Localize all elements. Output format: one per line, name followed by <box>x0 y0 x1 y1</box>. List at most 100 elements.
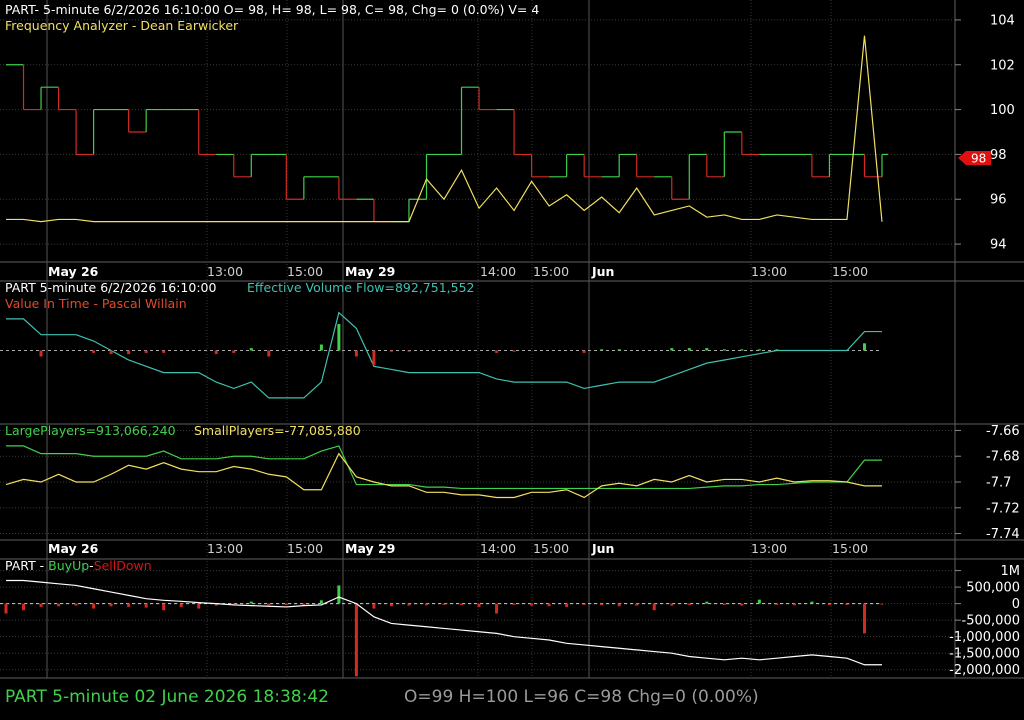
bsd-bar <box>407 603 411 606</box>
panel1-subtitle: Frequency Analyzer - Dean Earwicker <box>5 18 239 33</box>
bsd-bar <box>687 603 691 605</box>
evf-bar <box>687 348 691 351</box>
chart-root: May 26 13:00 15:00 May 29 14:00 15:00 Jun 13:00… <box>0 0 1024 720</box>
panel3-large-players: LargePlayers=913,066,240 <box>5 423 176 438</box>
evf-bar <box>267 350 271 357</box>
bsd-bar <box>22 603 26 611</box>
bsd-bar <box>144 603 148 608</box>
status-left: PART 5-minute 02 June 2026 18:38:42 <box>5 687 329 707</box>
panel3-small-players: SmallPlayers=-77,085,880 <box>194 423 361 438</box>
time-axis-label: 15:00 <box>533 264 569 279</box>
bsd-bar <box>372 603 376 609</box>
evf-bar <box>144 350 148 353</box>
evf-bar <box>775 349 779 351</box>
panel4-buyup: BuyUp <box>48 558 89 573</box>
time-axis-label: May 26 <box>48 264 99 279</box>
chart-background <box>0 0 1024 720</box>
bsd-bar <box>565 603 569 607</box>
time-axis-label: 13:00 <box>751 541 787 556</box>
bsd-bar <box>512 603 516 605</box>
evf-bar <box>600 349 604 351</box>
players-tick-label: -7.74 <box>986 527 1020 542</box>
bsd-bar <box>109 603 113 607</box>
bsd-bar <box>249 601 253 604</box>
price-tick-label: 100 <box>990 103 1015 118</box>
bsd-tick-label: -500,000 <box>962 614 1020 629</box>
time-axis-label: 14:00 <box>480 541 516 556</box>
panel2-title: PART 5-minute 6/2/2026 16:10:00 <box>5 280 216 295</box>
evf-bar <box>337 324 341 351</box>
bsd-bar <box>424 603 428 606</box>
evf-bar <box>319 344 323 351</box>
time-axis-label: 15:00 <box>533 541 569 556</box>
players-tick-label: -7.68 <box>986 450 1020 465</box>
evf-bar <box>407 350 411 352</box>
bsd-tick-label: -2,000,000 <box>949 663 1020 678</box>
price-tick-label: 102 <box>990 58 1015 73</box>
panel4-prefix: PART - <box>5 558 48 573</box>
price-tick-label: 96 <box>990 193 1007 208</box>
bsd-bar <box>740 603 744 606</box>
evf-bar <box>92 350 96 353</box>
bsd-bar <box>162 603 166 611</box>
evf-bar <box>862 343 866 351</box>
bsd-bar <box>617 603 621 607</box>
players-tick-label: -7.72 <box>986 501 1020 516</box>
time-axis-label: May 26 <box>48 541 99 556</box>
bsd-bar <box>477 603 481 607</box>
panel4-title: PART - BuyUp-SellDown <box>5 558 152 573</box>
bsd-bar <box>827 603 831 605</box>
bsd-bar <box>267 603 271 606</box>
panel2-indicator: Effective Volume Flow=892,751,552 <box>247 280 475 295</box>
panel1-title: PART- 5-minute 6/2/2026 16:10:00 O= 98, … <box>5 2 539 17</box>
evf-bar <box>39 350 43 357</box>
bsd-bar <box>792 603 796 606</box>
bsd-bar <box>39 603 43 607</box>
evf-bar <box>127 350 131 355</box>
panel2-subtitle: Value In Time - Pascal Willain <box>5 296 187 311</box>
time-axis-label: 13:00 <box>751 264 787 279</box>
evf-bar <box>617 349 621 351</box>
time-axis-label: Jun <box>591 541 614 556</box>
bsd-bar <box>92 603 96 609</box>
bsd-bar <box>547 603 551 607</box>
evf-bar <box>722 349 726 351</box>
last-price-tag-label: 98 <box>971 152 986 166</box>
evf-bar <box>495 350 499 353</box>
bsd-bar <box>57 603 61 607</box>
bsd-bar <box>582 603 586 605</box>
bsd-bar <box>442 603 446 605</box>
evf-bar <box>249 348 253 351</box>
bsd-bar <box>670 603 674 606</box>
bsd-bar <box>495 603 499 614</box>
evf-bar <box>354 350 358 357</box>
bsd-bar <box>319 600 323 604</box>
bsd-bar <box>880 603 884 605</box>
bsd-tick-label: -1,500,000 <box>949 647 1020 662</box>
evf-bar <box>109 350 113 355</box>
evf-bar <box>670 348 674 351</box>
bsd-tick-label: -1,000,000 <box>949 630 1020 645</box>
bsd-bar <box>862 603 866 634</box>
price-tick-label: 98 <box>990 148 1007 163</box>
time-axis-label: 14:00 <box>480 264 516 279</box>
price-tick-label: 94 <box>990 238 1007 253</box>
bsd-bar <box>635 603 639 606</box>
bsd-bar <box>775 603 779 605</box>
bsd-bar <box>127 603 131 607</box>
evf-bar <box>214 350 218 355</box>
bsd-bar <box>705 601 709 604</box>
evf-bar <box>372 350 376 365</box>
bsd-bar <box>652 603 656 611</box>
evf-bar <box>232 350 236 353</box>
time-axis-label: 15:00 <box>832 541 868 556</box>
bsd-bar <box>600 603 604 606</box>
evf-bar <box>512 350 516 352</box>
bsd-bar <box>337 585 341 604</box>
bsd-bar <box>722 603 726 605</box>
bsd-bar <box>810 601 814 604</box>
evf-bar <box>389 350 393 352</box>
players-tick-label: -7.7 <box>986 476 1011 491</box>
time-axis-label: May 29 <box>345 264 395 279</box>
players-tick-label: -7.66 <box>986 424 1020 439</box>
